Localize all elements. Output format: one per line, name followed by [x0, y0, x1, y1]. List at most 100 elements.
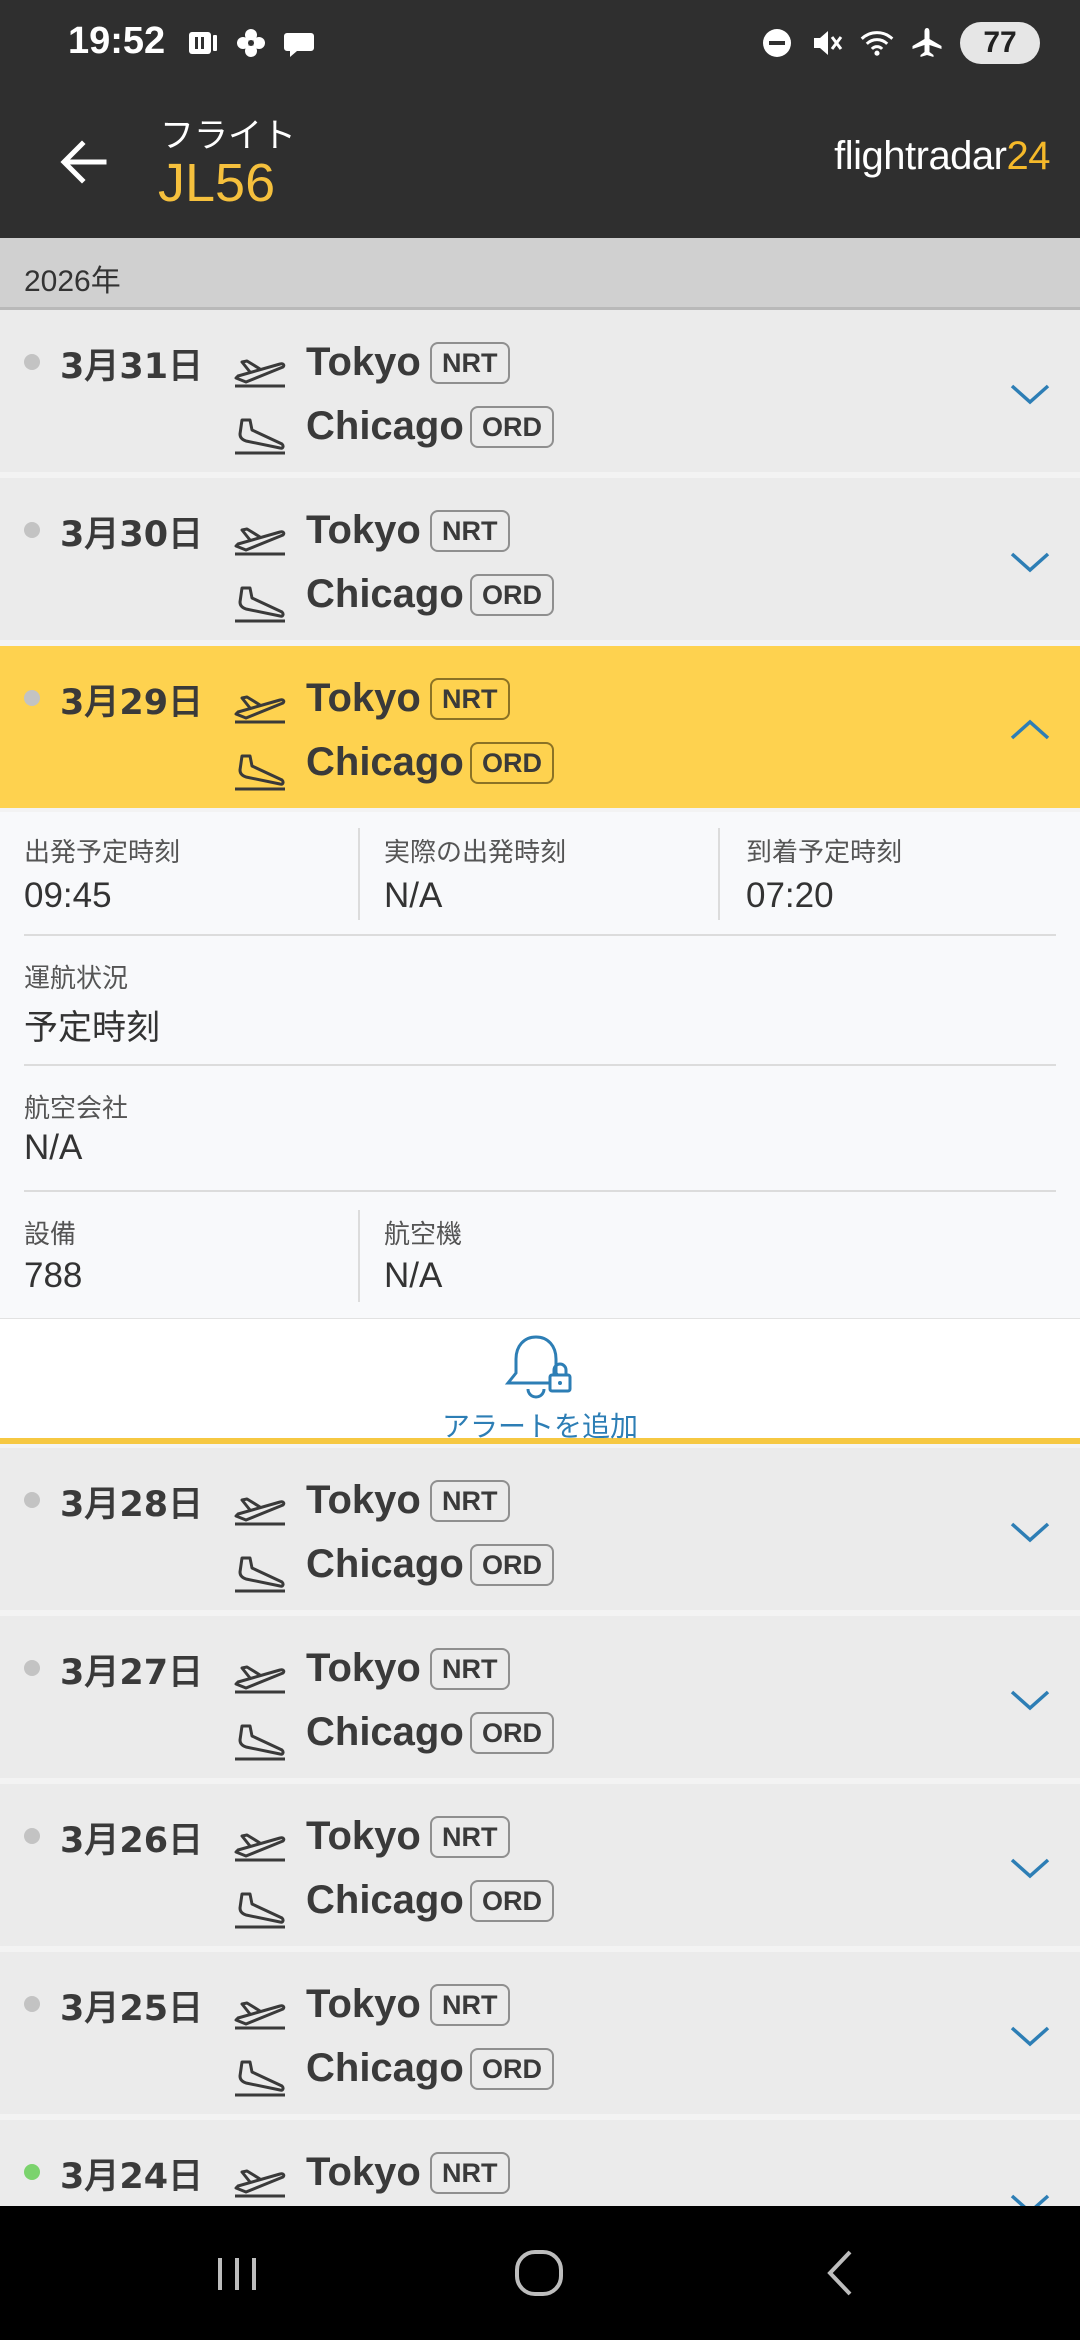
status-dot	[24, 1996, 40, 2012]
departure-code: NRT	[430, 1480, 510, 1522]
chevron-left-icon	[827, 2250, 852, 2296]
arrival-code: ORD	[470, 574, 554, 616]
flight-number-title: JL56	[158, 153, 276, 213]
departure-city: Tokyo	[306, 1478, 421, 1522]
arrival-code: ORD	[470, 1544, 554, 1586]
flight-status-label: 運航状況	[24, 964, 129, 994]
flight-row[interactable]: 3月24日 Tokyo NRT	[0, 2120, 1080, 2206]
arrival-city: Chicago	[306, 1710, 464, 1754]
arrival-code: ORD	[470, 742, 554, 784]
flight-row[interactable]: 3月28日 Tokyo NRT Chicago ORD	[0, 1448, 1080, 1610]
flight-date: 3月24日	[60, 2157, 204, 2197]
arrival-icon	[235, 754, 285, 791]
back-nav-button[interactable]	[806, 2238, 876, 2308]
status-dot	[24, 354, 40, 370]
flight-details-panel: 出発予定時刻 09:45 実際の出発時刻 N/A 到着予定時刻 07:20 運航…	[0, 812, 1080, 1318]
actual-departure-value: N/A	[384, 876, 443, 915]
arrival-icon	[235, 586, 285, 623]
flight-row[interactable]: 3月31日 Tokyo NRT Chicago ORD	[0, 310, 1080, 472]
wifi-icon	[860, 26, 894, 60]
departure-icon	[234, 2169, 286, 2198]
chevron-down-icon[interactable]	[1006, 538, 1054, 586]
departure-icon	[234, 695, 286, 724]
status-dot-active	[24, 2164, 40, 2180]
home-button[interactable]	[504, 2238, 574, 2308]
add-alert-label: アラートを追加	[441, 1410, 638, 1443]
flight-row-selected[interactable]: 3月29日 Tokyo NRT Chicago ORD	[0, 646, 1080, 808]
arrival-icon	[235, 1724, 285, 1761]
chevron-down-icon[interactable]	[1006, 1508, 1054, 1556]
arrival-code: ORD	[470, 406, 554, 448]
flight-date: 3月25日	[60, 1989, 204, 2029]
flight-row[interactable]: 3月26日 Tokyo NRT Chicago ORD	[0, 1784, 1080, 1946]
year-label: 2026年	[24, 265, 121, 298]
arrival-icon	[235, 1556, 285, 1593]
departure-icon	[234, 1665, 286, 1694]
flight-date: 3月30日	[60, 515, 204, 555]
page-title-label: フライト	[160, 116, 296, 156]
flight-date: 3月26日	[60, 1821, 204, 1861]
departure-code: NRT	[430, 1648, 510, 1690]
status-bar: 19:52 77	[0, 0, 1080, 86]
arrival-city: Chicago	[306, 1542, 464, 1586]
actual-departure-label: 実際の出発時刻	[384, 838, 567, 868]
departure-icon	[234, 2001, 286, 2030]
chevron-down-icon[interactable]	[1006, 2180, 1054, 2206]
flight-row[interactable]: 3月25日 Tokyo NRT Chicago ORD	[0, 1952, 1080, 2114]
arrival-city: Chicago	[306, 1878, 464, 1922]
aircraft-value: N/A	[384, 1256, 443, 1295]
arrow-left-icon	[60, 140, 107, 184]
equipment-label: 設備	[24, 1220, 77, 1250]
flight-row[interactable]: 3月30日 Tokyo NRT Chicago ORD	[0, 478, 1080, 640]
departure-city: Tokyo	[306, 508, 421, 552]
system-navigation-bar	[0, 2206, 1080, 2340]
back-button[interactable]	[52, 130, 116, 194]
arrival-city: Chicago	[306, 404, 464, 448]
chevron-down-icon[interactable]	[1006, 1844, 1054, 1892]
chevron-down-icon[interactable]	[1006, 370, 1054, 418]
recent-apps-icon	[218, 2258, 256, 2290]
arrival-city: Chicago	[306, 2046, 464, 2090]
arrival-code: ORD	[470, 2048, 554, 2090]
arrival-code: ORD	[470, 1880, 554, 1922]
departure-icon	[234, 527, 286, 556]
aircraft-label: 航空機	[384, 1220, 463, 1250]
flight-row[interactable]: 3月27日 Tokyo NRT Chicago ORD	[0, 1616, 1080, 1778]
add-alert-button[interactable]: アラートを追加	[0, 1318, 1080, 1444]
scheduled-arrival-label: 到着予定時刻	[746, 838, 903, 868]
flight-date: 3月28日	[60, 1485, 204, 1525]
departure-city: Tokyo	[306, 340, 421, 384]
media-icon	[186, 26, 220, 60]
home-icon	[515, 2250, 563, 2296]
status-dot	[24, 1492, 40, 1508]
chevron-down-icon[interactable]	[1006, 1676, 1054, 1724]
scheduled-departure-value: 09:45	[24, 876, 112, 915]
arrival-icon	[235, 2060, 285, 2097]
airplane-mode-icon	[910, 26, 944, 60]
arrival-city: Chicago	[306, 740, 464, 784]
arrival-city: Chicago	[306, 572, 464, 616]
chevron-up-icon[interactable]	[1006, 706, 1054, 754]
departure-code: NRT	[430, 510, 510, 552]
scheduled-departure-label: 出発予定時刻	[24, 838, 181, 868]
flight-date: 3月29日	[60, 683, 204, 723]
departure-icon	[234, 1833, 286, 1862]
departure-city: Tokyo	[306, 1982, 421, 2026]
status-dot	[24, 1828, 40, 1844]
recent-apps-button[interactable]	[202, 2238, 272, 2308]
status-time: 19:52	[68, 20, 166, 62]
flight-status-value: 予定時刻	[24, 1008, 160, 1048]
departure-code: NRT	[430, 678, 510, 720]
arrival-icon	[235, 418, 285, 455]
chevron-down-icon[interactable]	[1006, 2012, 1054, 2060]
pinwheel-icon	[234, 26, 268, 60]
departure-icon	[234, 1497, 286, 1526]
departure-code: NRT	[430, 342, 510, 384]
arrival-icon	[235, 1892, 285, 1929]
departure-code: NRT	[430, 1816, 510, 1858]
equipment-value: 788	[24, 1256, 83, 1295]
flight-date: 3月31日	[60, 347, 204, 387]
scheduled-arrival-value: 07:20	[746, 876, 834, 915]
departure-city: Tokyo	[306, 1646, 421, 1690]
airline-label: 航空会社	[24, 1094, 129, 1124]
